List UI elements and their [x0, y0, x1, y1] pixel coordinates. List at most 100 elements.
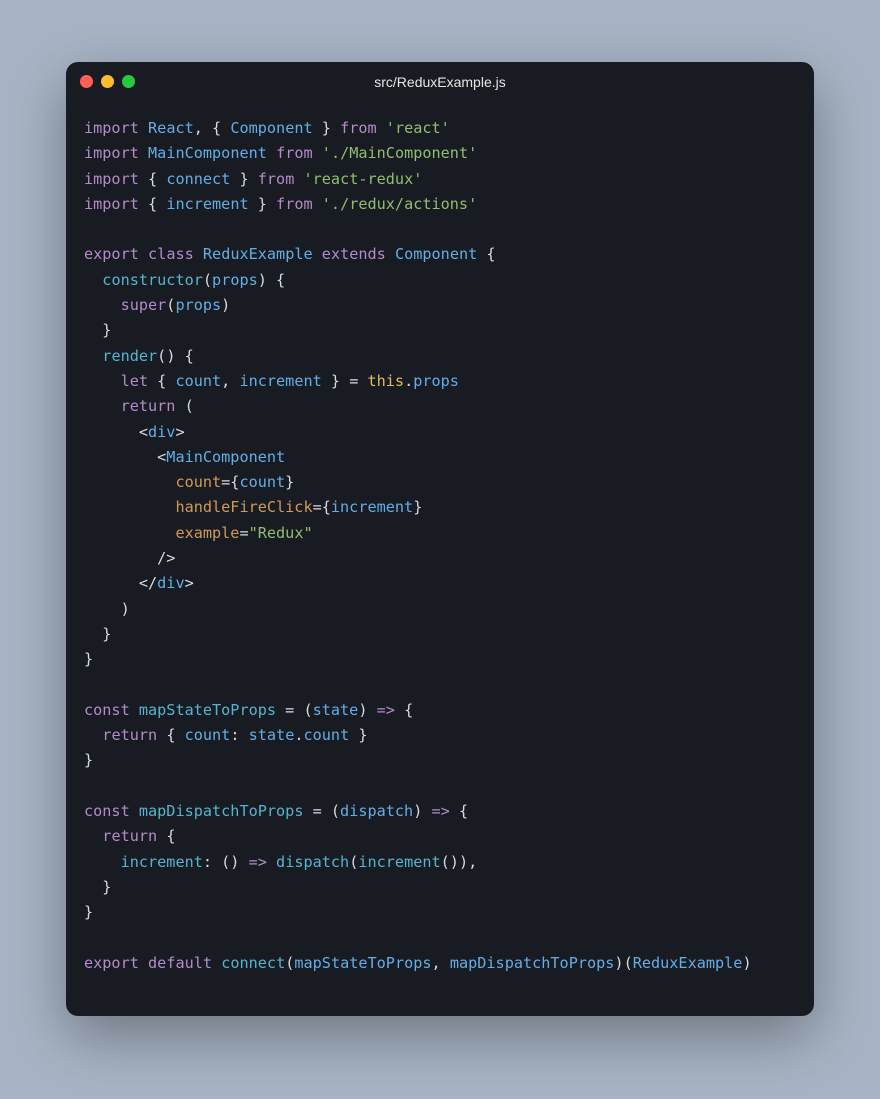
- code-line: <MainComponent: [84, 445, 796, 470]
- token-pun: ) {: [258, 271, 285, 289]
- code-line: count={count}: [84, 470, 796, 495]
- file-title: src/ReduxExample.js: [374, 74, 506, 90]
- token-pun: [84, 853, 121, 871]
- token-id: dispatch: [340, 802, 413, 820]
- token-id: increment: [239, 372, 321, 390]
- token-id: count: [175, 372, 221, 390]
- code-line: import { increment } from './redux/actio…: [84, 192, 796, 217]
- code-editor-window: src/ReduxExample.js import React, { Comp…: [66, 62, 814, 1016]
- token-pun: {: [157, 827, 175, 845]
- token-str: 'react': [386, 119, 450, 137]
- code-line: }: [84, 748, 796, 773]
- token-pun: [84, 524, 175, 542]
- token-id: div: [148, 423, 175, 441]
- code-area[interactable]: import React, { Component } from 'react'…: [66, 102, 814, 1016]
- token-id: count: [239, 473, 285, 491]
- code-line: return (: [84, 394, 796, 419]
- code-line: super(props): [84, 293, 796, 318]
- token-id: mapDispatchToProps: [450, 954, 615, 972]
- token-pun: {: [450, 802, 468, 820]
- token-kw: export: [84, 245, 139, 263]
- token-str: 'react-redux': [304, 170, 423, 188]
- token-kw: super: [121, 296, 167, 314]
- token-pun: }: [84, 903, 93, 921]
- token-pun: [139, 245, 148, 263]
- token-id: MainComponent: [148, 144, 267, 162]
- token-pun: {: [148, 372, 175, 390]
- token-fn: mapStateToProps: [139, 701, 276, 719]
- token-kw: from: [276, 144, 313, 162]
- token-pun: }: [84, 650, 93, 668]
- close-icon[interactable]: [80, 75, 93, 88]
- token-pun: {: [139, 195, 166, 213]
- token-id: ReduxExample: [203, 245, 313, 263]
- token-attr: handleFireClick: [175, 498, 312, 516]
- token-id: props: [175, 296, 221, 314]
- maximize-icon[interactable]: [122, 75, 135, 88]
- token-kw: import: [84, 195, 139, 213]
- token-pun: [130, 701, 139, 719]
- token-pun: {: [139, 170, 166, 188]
- token-kw: return: [102, 726, 157, 744]
- token-id: MainComponent: [166, 448, 285, 466]
- code-line: ): [84, 597, 796, 622]
- token-pun: [377, 119, 386, 137]
- token-kw: class: [148, 245, 194, 263]
- token-kw: from: [258, 170, 295, 188]
- token-kw: from: [340, 119, 377, 137]
- token-pun: .: [294, 726, 303, 744]
- token-id: props: [212, 271, 258, 289]
- token-pun: [139, 954, 148, 972]
- token-pun: (: [285, 954, 294, 972]
- token-pun: ()),: [441, 853, 478, 871]
- token-pun: [84, 827, 102, 845]
- code-line: handleFireClick={increment}: [84, 495, 796, 520]
- token-pun: [313, 144, 322, 162]
- token-pun: }: [413, 498, 422, 516]
- token-pun: , {: [194, 119, 231, 137]
- code-line: }: [84, 647, 796, 672]
- token-kw: import: [84, 170, 139, 188]
- token-pun: ): [413, 802, 431, 820]
- token-pun: }: [84, 321, 111, 339]
- token-pun: [84, 271, 102, 289]
- token-str: "Redux": [249, 524, 313, 542]
- minimize-icon[interactable]: [101, 75, 114, 88]
- code-line: [84, 673, 796, 698]
- token-pun: }: [285, 473, 294, 491]
- code-line: }: [84, 318, 796, 343]
- token-this: this: [367, 372, 404, 390]
- token-pun: ): [84, 600, 130, 618]
- token-id: connect: [166, 170, 230, 188]
- token-pun: [267, 144, 276, 162]
- token-id: Component: [230, 119, 312, 137]
- token-pun: [84, 296, 121, 314]
- code-line: import { connect } from 'react-redux': [84, 167, 796, 192]
- token-id: state: [249, 726, 295, 744]
- token-pun: (: [349, 853, 358, 871]
- token-pun: }: [84, 878, 111, 896]
- code-line: export default connect(mapStateToProps, …: [84, 951, 796, 976]
- token-id: mapStateToProps: [294, 954, 431, 972]
- token-kw: extends: [322, 245, 386, 263]
- token-pun: } =: [322, 372, 368, 390]
- token-kw: export: [84, 954, 139, 972]
- token-id: Component: [395, 245, 477, 263]
- titlebar: src/ReduxExample.js: [66, 62, 814, 102]
- code-line: const mapStateToProps = (state) => {: [84, 698, 796, 723]
- code-line: return {: [84, 824, 796, 849]
- token-id: increment: [331, 498, 413, 516]
- token-pun: [130, 802, 139, 820]
- token-id: increment: [166, 195, 248, 213]
- token-pun: : (): [203, 853, 249, 871]
- token-pun: = (: [276, 701, 313, 719]
- code-line: import MainComponent from './MainCompone…: [84, 141, 796, 166]
- token-pun: ): [742, 954, 751, 972]
- token-attr: count: [175, 473, 221, 491]
- token-kw: return: [121, 397, 176, 415]
- token-kw: =>: [377, 701, 395, 719]
- token-fn: connect: [221, 954, 285, 972]
- token-id: state: [313, 701, 359, 719]
- token-pun: =: [239, 524, 248, 542]
- token-id: ReduxExample: [633, 954, 743, 972]
